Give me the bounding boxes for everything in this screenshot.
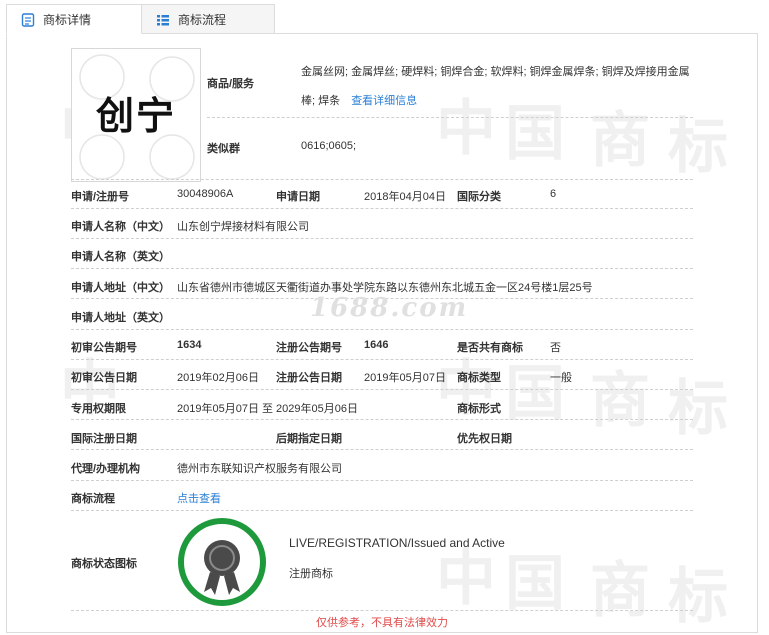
list-icon	[157, 15, 169, 26]
row-divider	[71, 480, 693, 481]
view-details-link[interactable]: 查看详细信息	[351, 95, 417, 107]
late-designation-label: 后期指定日期	[276, 433, 342, 445]
tab-label: 商标详情	[43, 13, 92, 27]
app-date-label: 申请日期	[276, 191, 320, 203]
app-date-value: 2018年04月04日	[364, 191, 446, 203]
status-icon-label: 商标状态图标	[71, 558, 137, 570]
prelim-no-value: 1634	[177, 339, 202, 351]
prelim-date-label: 初审公告日期	[71, 372, 137, 384]
reg-date-value: 2019年05月07日	[364, 372, 446, 384]
trademark-logo-text: 创宁	[95, 93, 176, 138]
site-watermark: 1688.com	[310, 293, 469, 323]
type-value: 一般	[550, 372, 572, 384]
prelim-date-value: 2019年02月06日	[177, 372, 259, 384]
intl-class-value: 6	[550, 188, 557, 200]
row-divider	[71, 359, 693, 360]
similar-group-value: 0616;0605;	[301, 140, 357, 152]
status-chinese: 注册商标	[289, 568, 333, 580]
app-no-label: 申请/注册号	[71, 191, 130, 203]
goods-services-label: 商品/服务	[207, 78, 255, 90]
applicant-cn-label: 申请人名称（中文）	[71, 221, 170, 233]
prelim-no-label: 初审公告期号	[71, 342, 137, 354]
reg-no-label: 注册公告期号	[276, 342, 342, 354]
registered-badge-icon	[178, 518, 266, 606]
intl-reg-label: 国际注册日期	[71, 433, 137, 445]
row-divider	[71, 208, 693, 209]
applicant-en-label: 申请人名称（英文）	[71, 251, 170, 263]
row-divider	[71, 389, 693, 390]
goods-services-value: 金属丝网; 金属焊丝; 硬焊料; 铜焊合金; 软焊料; 铜焊金属焊条; 铜焊及焊…	[301, 58, 693, 116]
process-view-link[interactable]: 点击查看	[177, 490, 221, 506]
status-english: LIVE/REGISTRATION/Issued and Active	[289, 536, 505, 550]
row-divider	[71, 510, 693, 511]
row-divider	[71, 610, 693, 611]
trademark-image: 创宁	[71, 48, 201, 182]
priority-label: 优先权日期	[457, 433, 512, 445]
similar-group-label: 类似群	[207, 143, 240, 155]
process-label: 商标流程	[71, 493, 115, 505]
address-en-label: 申请人地址（英文）	[71, 312, 170, 324]
row-divider	[71, 329, 693, 330]
tab-trademark-detail[interactable]: 商标详情	[6, 4, 142, 34]
row-divider	[207, 117, 693, 118]
disclaimer-text: 仅供参考，不具有法律效力	[316, 617, 448, 629]
row-divider	[71, 238, 693, 239]
tab-trademark-process[interactable]: 商标流程	[141, 4, 275, 34]
exclusive-value: 2019年05月07日 至 2029年05月06日	[177, 403, 358, 415]
row-divider	[71, 268, 693, 269]
address-cn-label: 申请人地址（中文）	[71, 282, 170, 294]
agent-value: 德州市东联知识产权服务有限公司	[177, 463, 342, 475]
shared-label: 是否共有商标	[457, 342, 523, 354]
reg-no-value: 1646	[364, 339, 389, 351]
row-divider	[71, 419, 693, 420]
reg-date-label: 注册公告日期	[276, 372, 342, 384]
shared-value: 否	[550, 342, 561, 354]
document-icon	[21, 13, 35, 27]
applicant-cn-value: 山东创宁焊接材料有限公司	[177, 221, 309, 233]
row-divider	[71, 449, 693, 450]
tab-label: 商标流程	[178, 13, 227, 27]
type-label: 商标类型	[457, 372, 501, 384]
intl-class-label: 国际分类	[457, 191, 501, 203]
exclusive-label: 专用权期限	[71, 403, 126, 415]
row-divider	[71, 179, 693, 180]
form-label: 商标形式	[457, 403, 501, 415]
agent-label: 代理/办理机构	[71, 463, 141, 475]
app-no-value: 30048906A	[177, 188, 234, 200]
